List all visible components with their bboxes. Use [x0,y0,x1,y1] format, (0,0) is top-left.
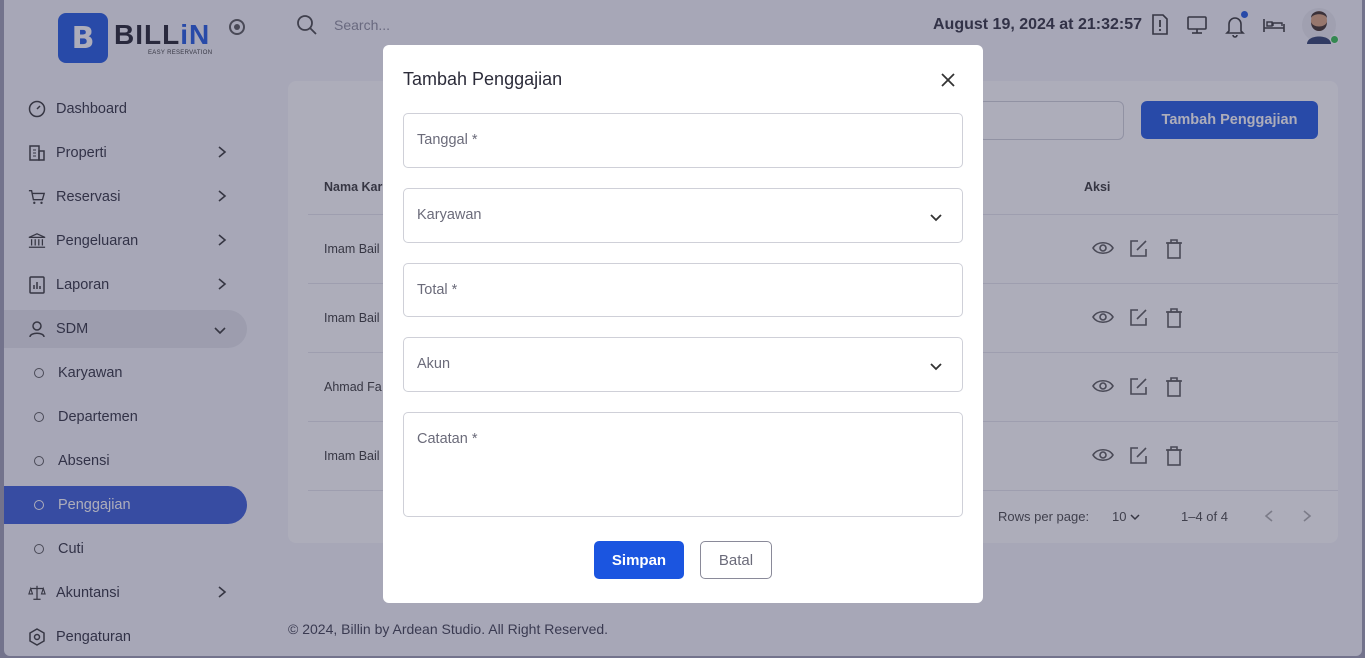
total-label: Total * [417,282,458,298]
akun-label: Akun [417,356,451,372]
tanggal-field[interactable]: Tanggal * [403,113,963,168]
karyawan-select[interactable]: Karyawan [403,188,963,243]
total-field[interactable]: Total * [403,263,963,317]
catatan-textarea[interactable]: Catatan * [403,412,963,517]
cancel-button[interactable]: Batal [700,541,772,579]
close-icon[interactable] [940,72,956,88]
catatan-label: Catatan * [417,431,478,447]
karyawan-label: Karyawan [417,207,482,223]
add-payroll-dialog: Tambah Penggajian Tanggal * Karyawan Tot… [383,45,983,603]
tanggal-label: Tanggal * [417,132,478,148]
save-button[interactable]: Simpan [594,541,684,579]
chevron-down-icon [929,208,943,227]
dialog-title: Tambah Penggajian [403,69,563,89]
chevron-down-icon [929,357,943,376]
akun-select[interactable]: Akun [403,337,963,392]
